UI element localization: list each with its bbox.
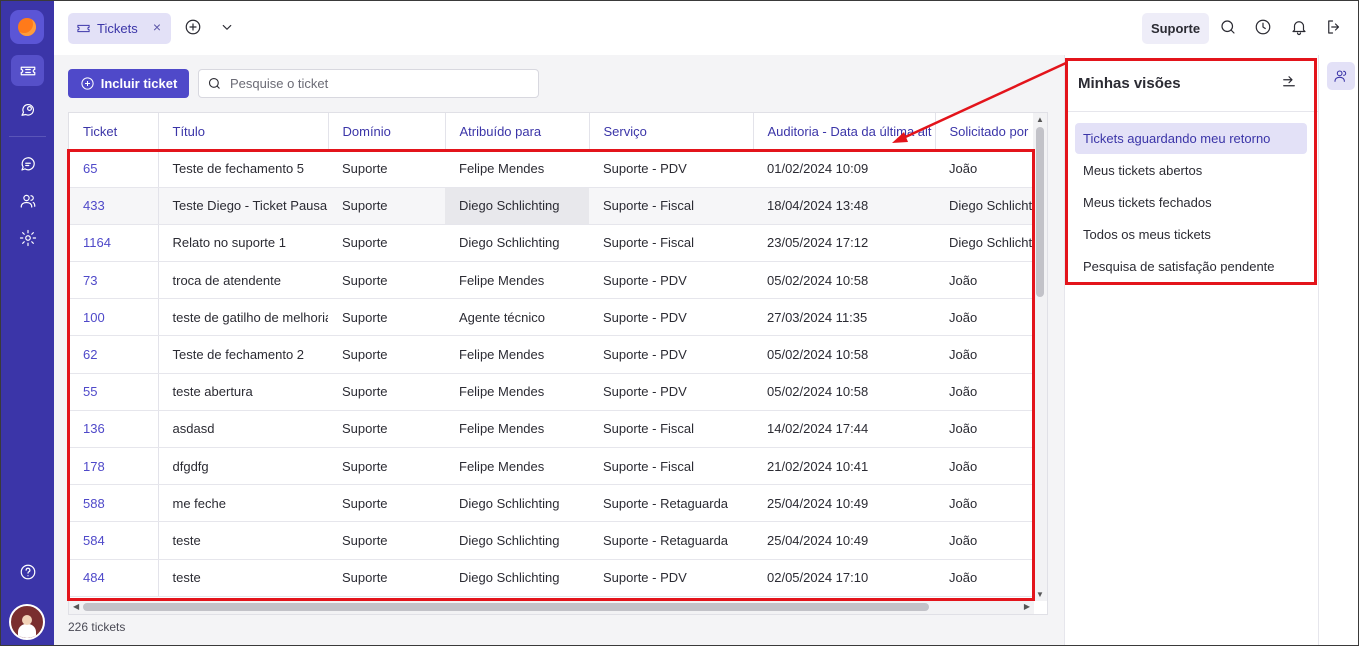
column-header-assignee[interactable]: Atribuído para — [445, 113, 590, 151]
ticket-icon — [77, 24, 90, 33]
context-button[interactable]: Suporte — [1142, 13, 1209, 44]
tab-close-button[interactable]: × — [153, 19, 161, 35]
user-views-toggle[interactable] — [1327, 62, 1355, 90]
chat-search-icon — [20, 103, 34, 116]
ticket-icon — [20, 66, 35, 75]
search-icon — [208, 77, 220, 89]
help-icon — [20, 564, 35, 579]
history-icon — [1255, 19, 1271, 35]
plus-circle-icon — [185, 19, 201, 35]
sidebar-item-users[interactable] — [11, 185, 44, 216]
right-rail — [1318, 55, 1358, 645]
bell-icon — [1292, 21, 1306, 36]
sidebar-item-settings[interactable] — [11, 222, 44, 253]
sidebar-divider — [9, 136, 46, 137]
gear-icon — [19, 229, 36, 246]
search-input[interactable] — [230, 76, 530, 91]
include-ticket-label: Incluir ticket — [100, 76, 178, 91]
app-window: Tickets × Suporte Incluir ticket Pesquis… — [0, 0, 1359, 646]
avatar[interactable] — [9, 604, 45, 640]
logo-mark — [18, 18, 36, 36]
scroll-right-arrow-icon[interactable]: ▶ — [1024, 602, 1030, 611]
tabs-dropdown-button[interactable] — [216, 16, 238, 38]
vertical-scrollbar[interactable]: ▲ ▼ — [1033, 113, 1047, 601]
column-header-audit-date[interactable]: Auditoria - Data da última alt — [753, 113, 936, 151]
sidebar-item-help[interactable] — [11, 556, 44, 587]
ticket-count: 226 tickets — [68, 620, 126, 634]
sidebar-item-chat-search[interactable] — [11, 94, 44, 125]
annotation-table-highlight — [67, 149, 1035, 601]
top-bar: Tickets × Suporte — [54, 1, 1358, 55]
plus-circle-icon — [81, 77, 94, 90]
tab-tickets[interactable]: Tickets × — [68, 13, 171, 44]
avatar-body — [18, 624, 36, 638]
vertical-scroll-thumb[interactable] — [1036, 127, 1044, 297]
column-header-requester[interactable]: Solicitado por — [935, 113, 1035, 151]
sidebar-item-tickets[interactable] — [11, 55, 44, 86]
sidebar-item-chat[interactable] — [11, 148, 44, 179]
scroll-up-arrow-icon[interactable]: ▲ — [1036, 115, 1044, 124]
ticket-search[interactable] — [198, 69, 539, 98]
column-header-domain[interactable]: Domínio — [328, 113, 446, 151]
notifications-button[interactable] — [1288, 16, 1310, 38]
tab-label: Tickets — [97, 21, 138, 36]
annotation-views-highlight — [1065, 58, 1317, 285]
logout-icon — [1328, 20, 1340, 34]
include-ticket-button[interactable]: Incluir ticket — [68, 69, 189, 98]
chevron-down-icon — [222, 24, 232, 30]
column-header-title[interactable]: Título — [158, 113, 329, 151]
horizontal-scroll-thumb[interactable] — [83, 603, 929, 611]
chat-icon — [20, 156, 35, 171]
scroll-left-arrow-icon[interactable]: ◀ — [73, 602, 79, 611]
new-tab-button[interactable] — [182, 16, 204, 38]
history-button[interactable] — [1252, 16, 1274, 38]
scroll-down-arrow-icon[interactable]: ▼ — [1036, 590, 1044, 599]
search-button[interactable] — [1217, 16, 1239, 38]
horizontal-scrollbar[interactable]: ◀ ▶ — [69, 600, 1034, 614]
search-icon — [1221, 20, 1235, 34]
user-icon — [1334, 70, 1347, 82]
app-logo[interactable] — [10, 10, 44, 44]
column-header-service[interactable]: Serviço — [589, 113, 754, 151]
users-icon — [20, 194, 35, 208]
avatar-face — [22, 615, 32, 625]
logout-button[interactable] — [1323, 16, 1345, 38]
column-header-ticket[interactable]: Ticket — [69, 113, 159, 151]
left-sidebar — [1, 1, 54, 645]
table-header-row: Ticket Título Domínio Atribuído para Ser… — [69, 113, 1035, 151]
